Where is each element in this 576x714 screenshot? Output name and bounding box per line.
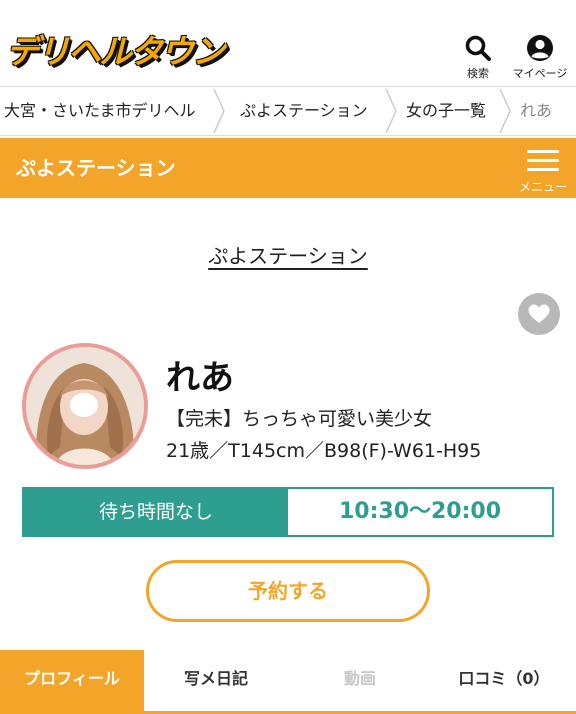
working-hours: 10:30〜20:00 — [338, 499, 502, 524]
chevron-right-icon — [385, 88, 397, 134]
breadcrumb-girls-list[interactable]: 女の子一覧 — [406, 87, 486, 135]
search-icon — [465, 35, 491, 61]
shop-bar: ぷよステーション メニュー — [0, 138, 576, 198]
hamburger-icon — [527, 150, 559, 172]
profile-photo — [26, 347, 144, 465]
shop-link[interactable]: ぷよステーション — [208, 244, 368, 268]
menu-label: メニュー — [518, 180, 567, 194]
site-logo[interactable]: デリヘルタウン — [6, 30, 268, 74]
chevron-right-icon — [213, 88, 225, 134]
favorite-button[interactable] — [518, 293, 560, 335]
breadcrumb-current: れあ — [520, 101, 553, 120]
chevron-right-icon — [499, 88, 511, 134]
search-button[interactable]: 検索 — [450, 34, 506, 82]
mypage-button[interactable]: マイページ — [512, 34, 568, 82]
profile-tabs: プロフィール 写メ日記 動画 口コミ（0） — [0, 650, 576, 714]
logo-text: デリヘルタウン — [6, 32, 225, 71]
tab-video: 動画 — [343, 669, 376, 688]
site-header: デリヘルタウン 検索 マイページ — [0, 0, 576, 86]
mypage-label: マイページ — [512, 67, 568, 80]
avatar[interactable] — [22, 343, 148, 469]
catch-copy: 【完未】ちっちゃ可愛い美少女 — [166, 408, 433, 430]
reserve-button[interactable]: 予約する — [146, 560, 430, 622]
wait-status-badge: 待ち時間なし — [24, 489, 288, 535]
breadcrumb-area[interactable]: 大宮・さいたま市デリヘル — [4, 87, 196, 135]
user-icon — [527, 35, 553, 61]
tab-reviews[interactable]: 口コミ（0） — [432, 650, 576, 711]
wait-status-bar: 待ち時間なし 10:30〜20:00 — [22, 487, 554, 537]
tab-profile[interactable]: プロフィール — [0, 650, 144, 711]
girl-name: れあ — [166, 358, 234, 398]
menu-button[interactable]: メニュー — [514, 148, 572, 194]
tab-photo-diary[interactable]: 写メ日記 — [144, 650, 288, 711]
breadcrumb-shop[interactable]: ぷよステーション — [240, 87, 368, 135]
heart-icon — [528, 304, 550, 323]
search-label: 検索 — [467, 67, 489, 80]
girl-spec: 21歳／T145cm／B98(F)-W61-H95 — [166, 440, 482, 462]
shop-title[interactable]: ぷよステーション — [16, 138, 176, 198]
shop-link-row: ぷよステーション — [0, 240, 576, 269]
breadcrumb: 大宮・さいたま市デリヘル ぷよステーション 女の子一覧 れあ — [0, 86, 576, 136]
